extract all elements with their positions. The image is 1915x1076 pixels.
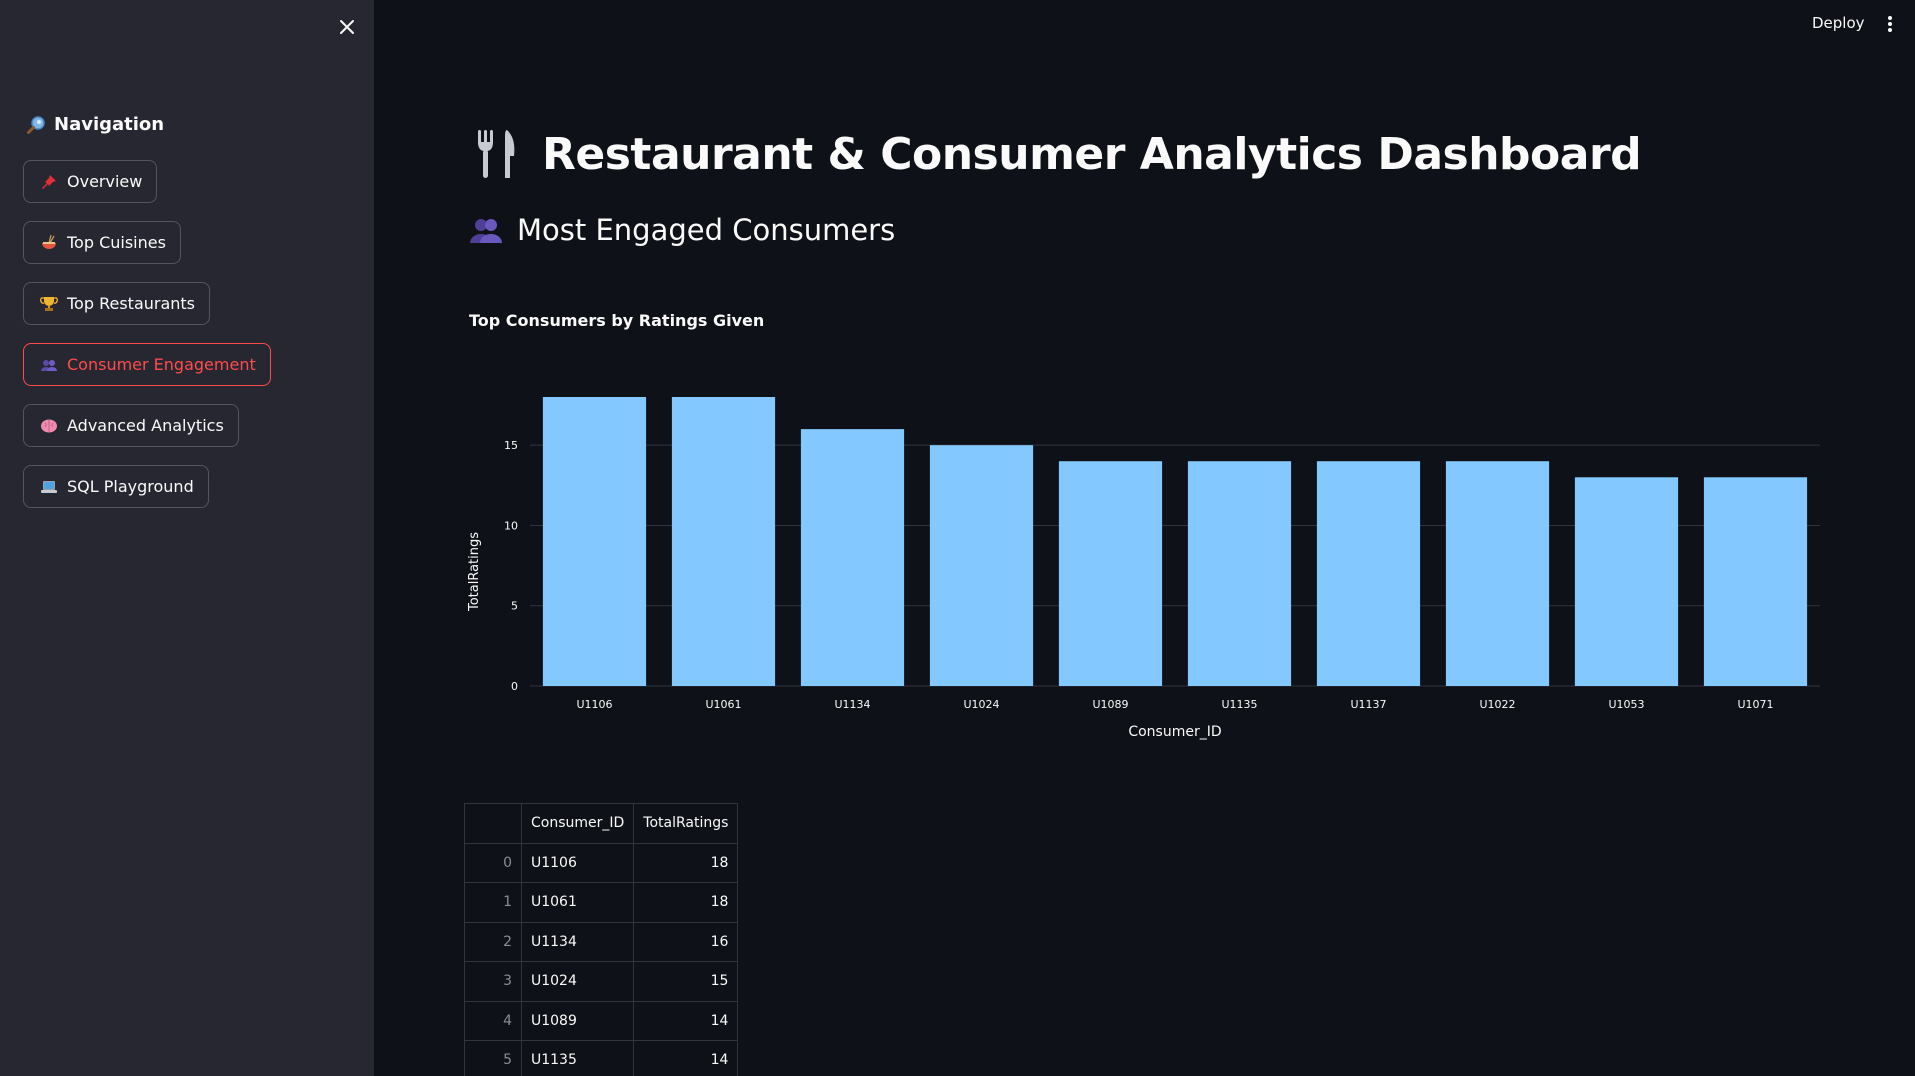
table-row: 4 U1089 14 [464,1000,739,1041]
sidebar-item-sql-playground[interactable]: SQL Playground [23,465,209,508]
users-icon [470,219,502,243]
bar [1316,461,1421,686]
sidebar-item-label: SQL Playground [67,477,194,496]
laptop-icon [40,478,58,496]
x-tick-label: U1022 [1479,698,1515,711]
y-tick-label: 10 [504,519,518,532]
y-tick-label: 5 [511,600,518,613]
table-row: 0 U1106 18 [464,842,739,883]
y-tick-label: 15 [504,439,518,452]
noodle-bowl-icon [40,234,58,252]
table-row: 3 U1024 15 [464,961,739,1002]
x-tick-label: U1061 [705,698,741,711]
sidebar-item-top-restaurants[interactable]: Top Restaurants [23,282,211,325]
sidebar-item-overview[interactable]: Overview [23,160,158,203]
x-tick-label: U1053 [1608,698,1644,711]
cell-total-ratings[interactable]: 18 [633,882,739,923]
trophy-icon [40,295,58,313]
sidebar-item-label: Consumer Engagement [67,355,256,374]
main-menu-icon[interactable] [1882,14,1898,34]
x-tick-label: U1137 [1350,698,1386,711]
bar [1703,477,1808,686]
row-index: 1 [464,882,522,923]
sidebar-item-consumer-engagement[interactable]: Consumer Engagement [23,343,271,386]
sidebar: Navigation Overview Top Cuisines Top Res… [0,0,374,1076]
users-icon [40,356,58,374]
close-sidebar-button[interactable] [334,14,360,40]
sidebar-item-label: Overview [67,172,143,191]
index-header [464,803,522,844]
x-tick-label: U1135 [1221,698,1257,711]
bar [1187,461,1292,686]
deploy-button[interactable]: Deploy [1812,14,1865,32]
cell-total-ratings[interactable]: 16 [633,921,739,962]
x-tick-label: U1134 [834,698,870,711]
bar [1058,461,1163,686]
row-index: 5 [464,1040,522,1076]
bar [1445,461,1550,686]
section-title: Most Engaged Consumers [517,213,896,247]
table-row: 5 U1135 14 [464,1040,739,1076]
sidebar-item-label: Top Cuisines [67,233,166,252]
column-header[interactable]: Consumer_ID [520,803,635,844]
sidebar-item-top-cuisines[interactable]: Top Cuisines [23,221,181,264]
x-axis-label: Consumer_ID [1128,724,1221,740]
chart-title: Top Consumers by Ratings Given [469,311,765,330]
x-tick-label: U1089 [1092,698,1128,711]
cell-total-ratings[interactable]: 14 [633,1000,739,1041]
magnifier-icon [27,115,45,134]
row-index: 3 [464,961,522,1002]
cell-total-ratings[interactable]: 15 [633,961,739,1002]
y-axis-label: TotalRatings [467,532,482,612]
page-title: Restaurant & Consumer Analytics Dashboar… [474,128,1642,180]
app: Navigation Overview Top Cuisines Top Res… [0,0,1915,1076]
bar [542,397,647,686]
section-heading: Most Engaged Consumers [469,213,895,247]
bar [800,429,905,686]
fork-and-knife-icon [478,130,515,178]
column-header[interactable]: TotalRatings [633,803,739,844]
cell-consumer-id[interactable]: U1024 [520,961,635,1002]
row-index: 4 [464,1000,522,1041]
pushpin-icon [40,173,58,191]
bar [929,445,1034,686]
bar-chart: 0 5 10 15 U1106 U1061 U1134 U1024 U1089 U1135 U113… [467,397,1820,740]
bar [671,397,776,686]
cell-consumer-id[interactable]: U1106 [520,842,635,883]
sidebar-item-label: Advanced Analytics [67,416,224,435]
brain-icon [40,417,58,435]
x-tick-label: U1024 [963,698,999,711]
cell-consumer-id[interactable]: U1134 [520,921,635,962]
row-index: 2 [464,921,522,962]
x-tick-label: U1106 [576,698,612,711]
data-table[interactable]: Consumer_ID TotalRatings 0 U1106 18 1 U1… [464,803,739,1076]
table-row: 1 U1061 18 [464,882,739,923]
sidebar-item-label: Top Restaurants [67,294,196,313]
navigation-title: Navigation [54,114,165,135]
row-index: 0 [464,842,522,883]
close-icon [340,20,354,34]
sidebar-item-advanced-analytics[interactable]: Advanced Analytics [23,404,239,447]
cell-consumer-id[interactable]: U1061 [520,882,635,923]
table-header-row: Consumer_ID TotalRatings [464,803,739,844]
dashboard-title: Restaurant & Consumer Analytics Dashboar… [542,128,1642,180]
y-tick-label: 0 [511,680,518,693]
cell-consumer-id[interactable]: U1135 [520,1040,635,1076]
bar [1574,477,1679,686]
x-tick-label: U1071 [1737,698,1773,711]
cell-total-ratings[interactable]: 18 [633,842,739,883]
cell-consumer-id[interactable]: U1089 [520,1000,635,1041]
cell-total-ratings[interactable]: 14 [633,1040,739,1076]
table-row: 2 U1134 16 [464,921,739,962]
navigation-heading: Navigation [26,114,164,135]
